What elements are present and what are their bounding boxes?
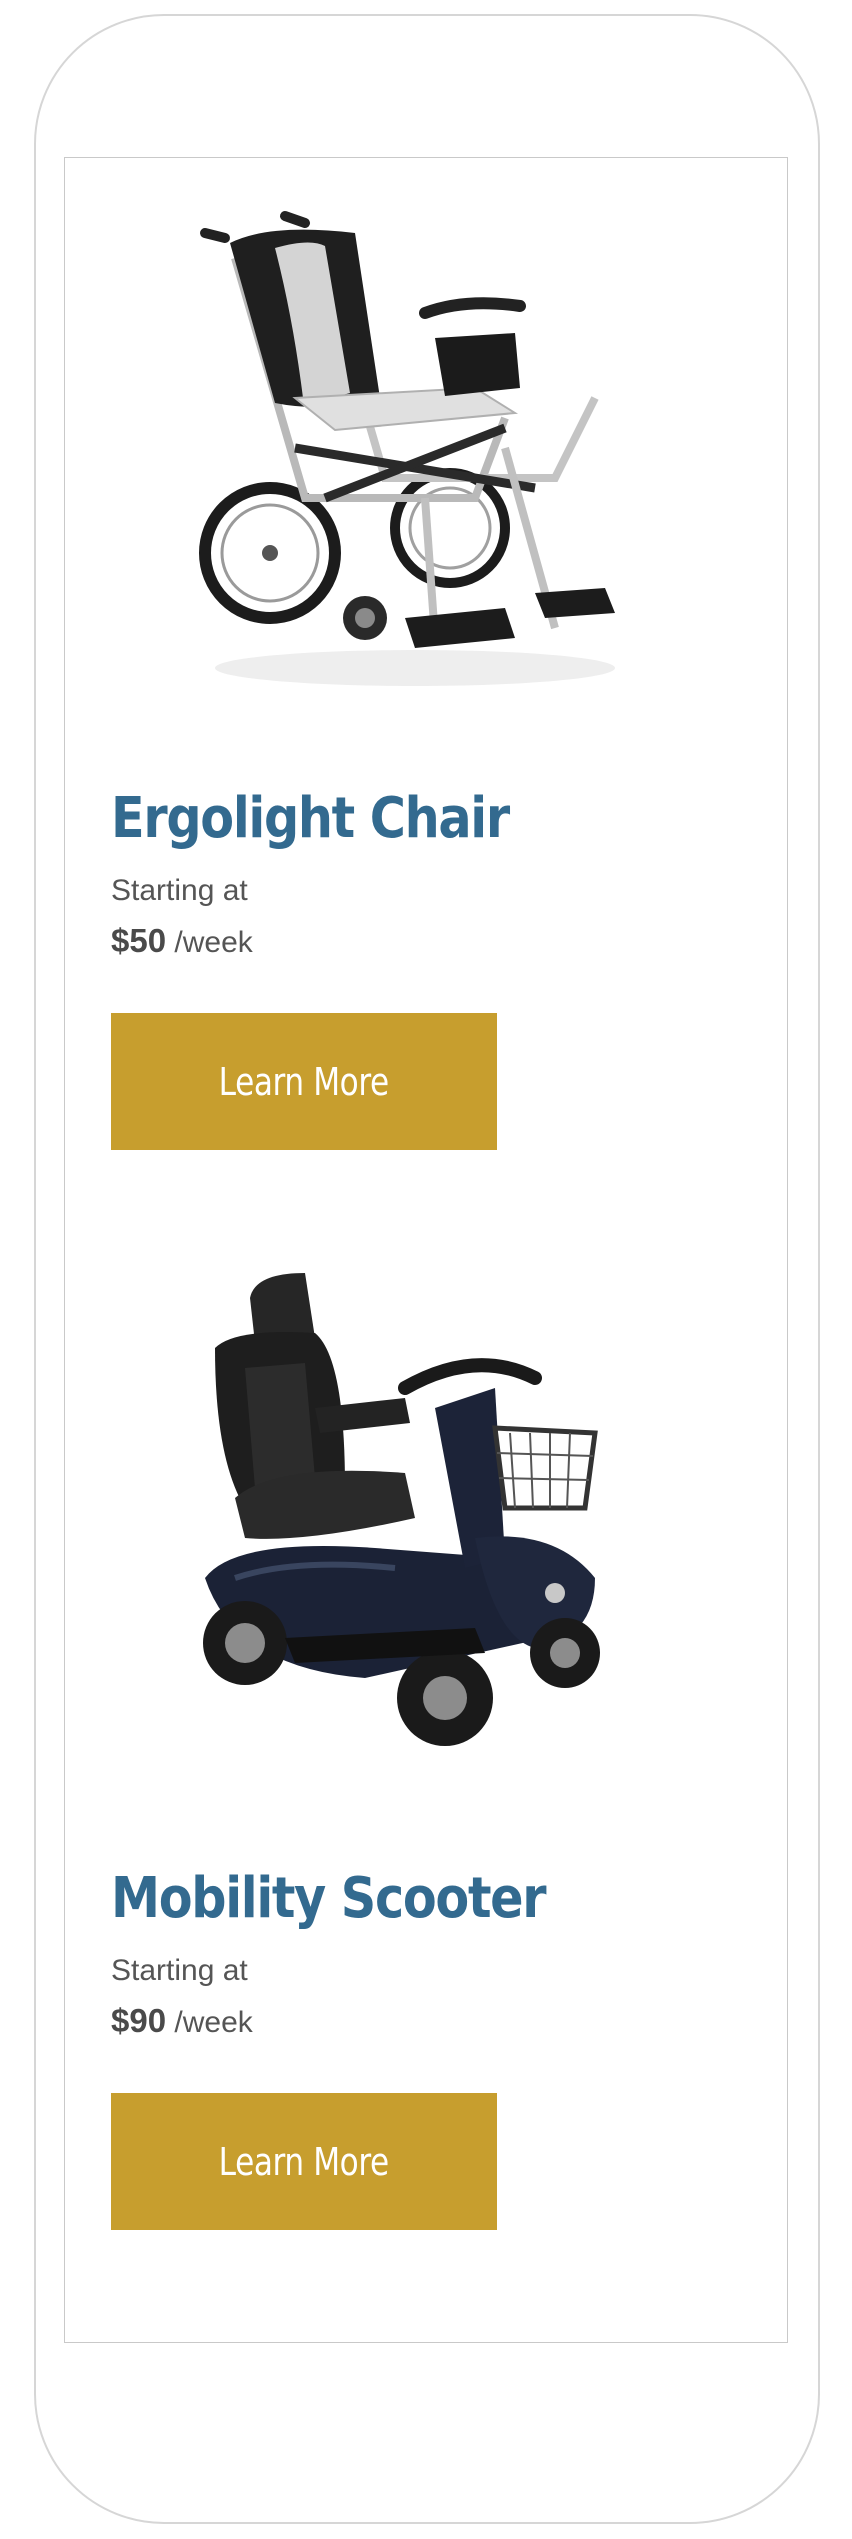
product-list: Ergolight Chair Starting at $50 /week Le… bbox=[64, 157, 788, 2343]
price-amount: $50 bbox=[111, 922, 167, 959]
price-unit: /week bbox=[174, 2006, 253, 2039]
learn-more-label: Learn More bbox=[218, 2139, 390, 2184]
product-title: Ergolight Chair bbox=[111, 786, 510, 851]
price-line: $50 /week bbox=[111, 922, 253, 960]
learn-more-button[interactable]: Learn More bbox=[111, 1013, 497, 1150]
starting-at-label: Starting at bbox=[111, 874, 248, 907]
learn-more-button[interactable]: Learn More bbox=[111, 2093, 497, 2230]
product-title: Mobility Scooter bbox=[111, 1866, 547, 1931]
learn-more-label: Learn More bbox=[218, 1059, 390, 1104]
price-line: $90 /week bbox=[111, 2002, 253, 2040]
mobility-scooter-icon bbox=[203, 1273, 600, 1746]
price-unit: /week bbox=[174, 926, 253, 959]
wheelchair-icon bbox=[199, 211, 615, 686]
price-amount: $90 bbox=[111, 2002, 167, 2039]
starting-at-label: Starting at bbox=[111, 1954, 248, 1987]
